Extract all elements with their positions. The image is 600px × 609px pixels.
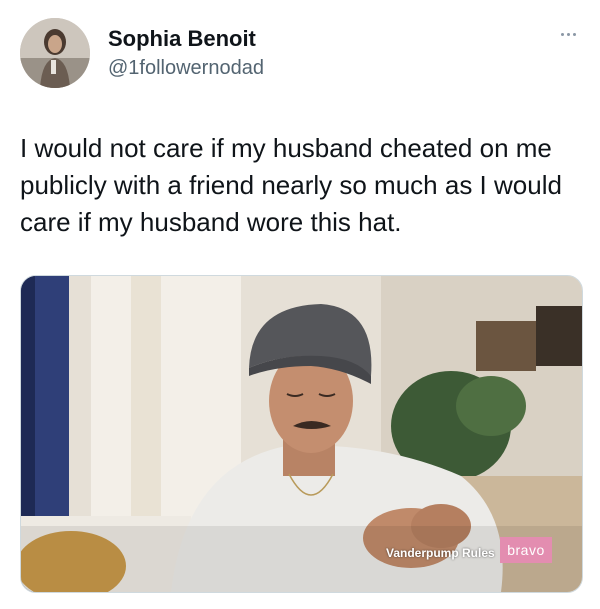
network-logo: bravo	[500, 537, 552, 563]
tweet-card: Sophia Benoit @1followernodad I would no…	[0, 0, 600, 609]
avatar[interactable]	[20, 18, 90, 88]
user-handle[interactable]: @1followernodad	[108, 56, 264, 80]
display-name[interactable]: Sophia Benoit	[108, 26, 256, 52]
more-options-icon[interactable]	[556, 28, 580, 40]
dot	[566, 32, 570, 36]
tweet-media-image[interactable]	[20, 275, 583, 593]
dot	[560, 32, 564, 36]
show-caption: Vanderpump Rules	[386, 546, 495, 560]
dot	[572, 32, 576, 36]
tweet-text: I would not care if my husband cheated o…	[20, 133, 562, 237]
